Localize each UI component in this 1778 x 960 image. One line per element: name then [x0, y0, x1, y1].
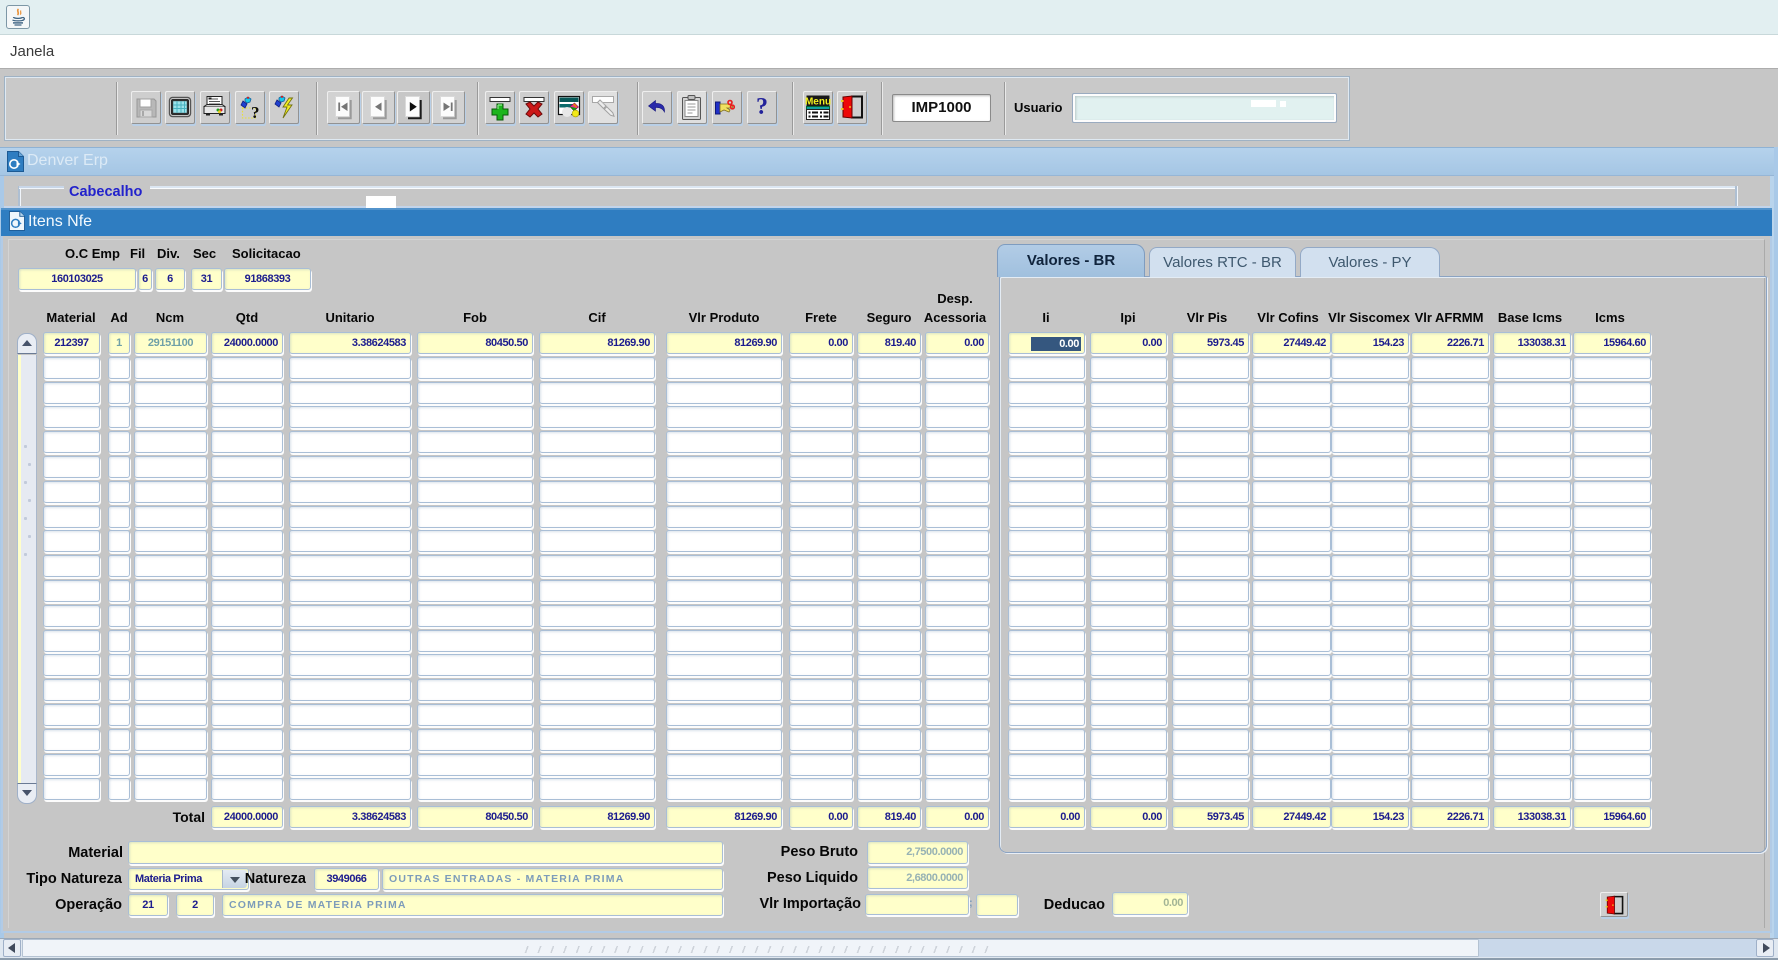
svg-text:Menu: Menu: [805, 97, 831, 108]
svg-text:?: ?: [756, 94, 768, 120]
svg-text:?: ?: [251, 103, 260, 122]
